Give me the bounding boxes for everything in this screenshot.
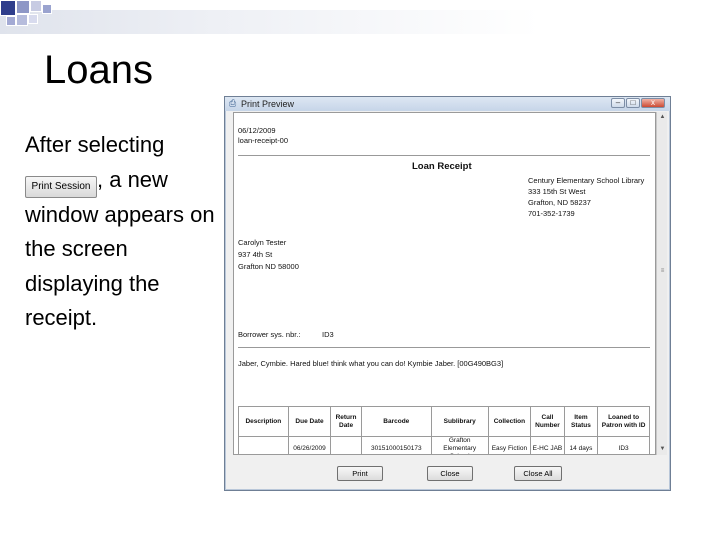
library-street: 333 15th St West: [528, 187, 586, 196]
deco-square: [0, 0, 16, 16]
receipt-heading: Loan Receipt: [412, 161, 472, 172]
table-cell: [238, 436, 289, 454]
item-title-line: Jaber, Cymbie. Hared blue! think what yo…: [238, 359, 504, 368]
receipt-doc-id: loan-receipt-00: [238, 136, 289, 145]
deco-square: [16, 0, 30, 14]
window-title: Print Preview: [241, 99, 295, 109]
patron-street: 937 4th St: [238, 250, 273, 259]
table-cell: 30151000150173: [360, 436, 432, 454]
borrower-value: ID3: [322, 330, 334, 339]
print-preview-window: ⎙ Print Preview – □ x 06/12/2009 loan-re…: [224, 96, 671, 491]
divider: [238, 155, 650, 156]
table-cell: 14 days: [563, 436, 599, 454]
close-all-button[interactable]: Close All: [514, 466, 562, 481]
receipt-date: 06/12/2009: [238, 126, 276, 135]
slide-header-bar: [0, 10, 720, 34]
patron-city: Grafton ND 58000: [238, 262, 299, 271]
column-header: Loaned to Patron with ID: [597, 406, 650, 437]
deco-square: [42, 4, 52, 14]
maximize-button[interactable]: □: [626, 98, 640, 108]
column-header: Item Status: [563, 406, 599, 437]
column-header: Collection: [487, 406, 532, 437]
deco-square: [6, 16, 16, 26]
column-header: Return Date: [330, 406, 362, 437]
table-cell: Easy Fiction: [487, 436, 532, 454]
deco-square: [28, 14, 38, 24]
column-header: Due Date: [287, 406, 332, 437]
print-session-button[interactable]: Print Session: [25, 175, 97, 198]
deco-square: [16, 14, 28, 26]
column-header: Sublibrary: [430, 406, 489, 437]
slide-header-decoration: [0, 0, 720, 40]
minimize-button[interactable]: –: [611, 98, 625, 108]
table-cell: E-HC JAB: [530, 436, 565, 454]
library-city: Grafton, ND 58237: [528, 198, 591, 207]
table-cell: ID3: [597, 436, 650, 454]
deco-square: [30, 0, 42, 12]
slide-body-text: After selecting Print Session, a new win…: [25, 128, 225, 336]
table-cell: [330, 436, 362, 454]
window-title-bar: ⎙ Print Preview – □ x: [225, 97, 670, 111]
scroll-down-icon[interactable]: ▼: [658, 445, 667, 454]
column-header: Description: [238, 406, 289, 437]
close-button[interactable]: Close: [427, 466, 473, 481]
divider: [238, 347, 650, 348]
table-row: 06/26/2009 30151000150173 Grafton Elemen…: [238, 436, 650, 454]
column-header: Call Number: [530, 406, 565, 437]
scroll-up-icon[interactable]: ▲: [658, 113, 667, 122]
vertical-scrollbar[interactable]: ▲ ≡ ▼: [656, 112, 667, 455]
patron-name: Carolyn Tester: [238, 238, 287, 247]
library-phone: 701-352-1739: [528, 209, 575, 218]
print-button[interactable]: Print: [337, 466, 383, 481]
table-cell: 06/26/2009: [287, 436, 332, 454]
slide-title: Loans: [44, 48, 153, 92]
borrower-label: Borrower sys. nbr.:: [238, 330, 301, 339]
body-text-before: After selecting: [25, 132, 165, 157]
column-header: Barcode: [360, 406, 432, 437]
close-window-button[interactable]: x: [641, 98, 665, 108]
printer-icon: ⎙: [229, 98, 237, 108]
library-name: Century Elementary School Library: [528, 176, 645, 185]
table-cell: Grafton Elementary School: [430, 436, 489, 454]
receipt-preview: 06/12/2009 loan-receipt-00 Loan Receipt …: [233, 112, 656, 455]
loan-items-table: Description Due Date Return Date Barcode…: [238, 406, 650, 454]
scroll-grip-icon[interactable]: ≡: [658, 268, 667, 274]
table-header-row: Description Due Date Return Date Barcode…: [238, 406, 650, 437]
